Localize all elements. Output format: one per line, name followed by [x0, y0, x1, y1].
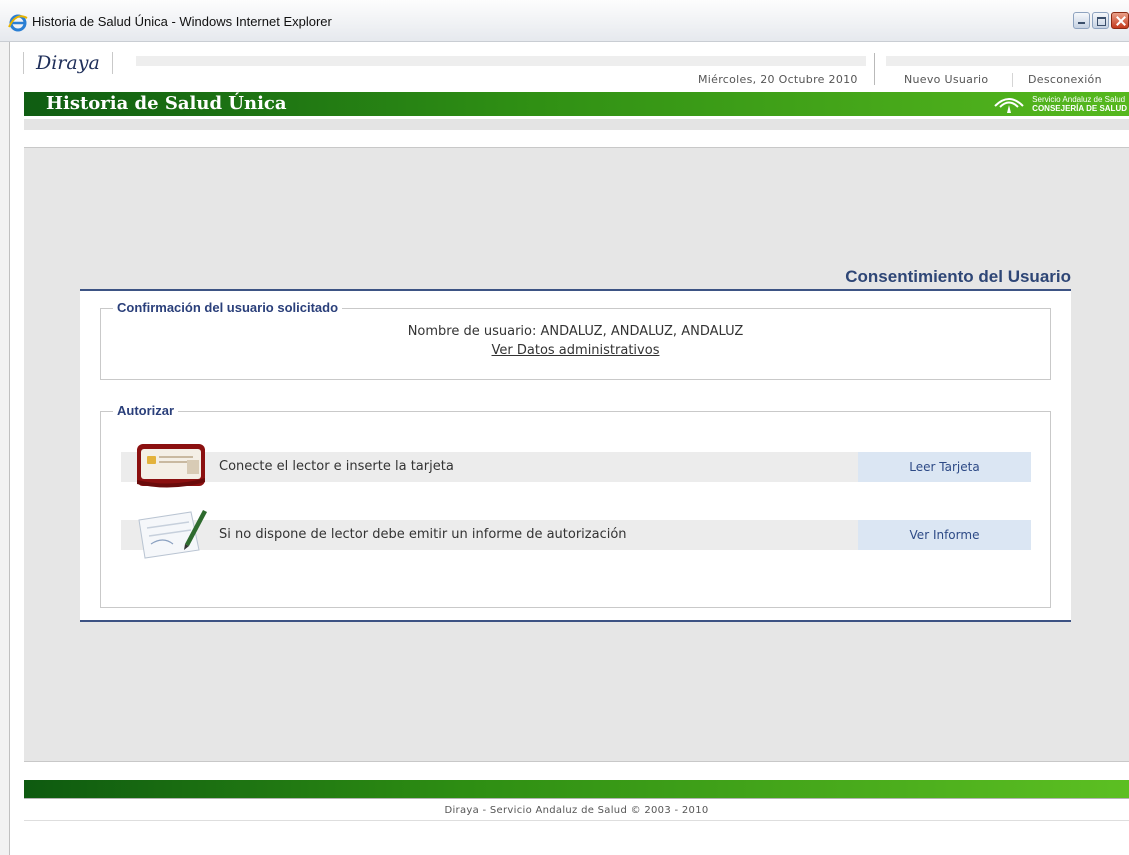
desconexion-link[interactable]: Desconexión: [1028, 73, 1102, 86]
window-titlebar: Historia de Salud Única - Windows Intern…: [0, 0, 1129, 42]
consent-panel: Confirmación del usuario solicitado Nomb…: [80, 289, 1071, 622]
user-name-text: Nombre de usuario: ANDALUZ, ANDALUZ, AND…: [407, 324, 744, 339]
report-row: Si no dispone de lector debe emitir un i…: [121, 510, 1031, 559]
consejeria-name: CONSEJERÍA DE SALUD: [1032, 104, 1127, 113]
confirm-user-fieldset: Confirmación del usuario solicitado Nomb…: [100, 300, 1051, 380]
leer-tarjeta-button[interactable]: Leer Tarjeta: [858, 452, 1031, 482]
app-title-bar: Historia de Salud Única Servicio Andaluz…: [24, 92, 1129, 116]
header-divider: [136, 56, 866, 66]
main-content: Consentimiento del Usuario Confirmación …: [24, 147, 1129, 762]
maximize-button[interactable]: [1092, 12, 1109, 29]
sub-header-bar: [24, 119, 1129, 130]
window-title: Historia de Salud Única - Windows Intern…: [32, 14, 332, 29]
nuevo-usuario-link[interactable]: Nuevo Usuario: [904, 73, 988, 86]
footer-copyright: Diraya - Servicio Andaluz de Salud © 200…: [444, 805, 709, 816]
diraya-logo: Diraya: [36, 52, 100, 74]
sas-name: Servicio Andaluz de Salud: [1032, 95, 1126, 104]
page-title: Consentimiento del Usuario: [845, 267, 1071, 286]
report-text: Si no dispone de lector debe emitir un i…: [219, 527, 627, 542]
authorize-legend: Autorizar: [113, 403, 179, 418]
document-pen-icon: [138, 510, 207, 559]
close-button[interactable]: [1111, 12, 1129, 29]
read-card-row: Conecte el lector e inserte la tarjeta L…: [121, 444, 1031, 488]
sas-logo: Servicio Andaluz de Salud CONSEJERÍA DE …: [992, 93, 1127, 115]
read-card-text: Conecte el lector e inserte la tarjeta: [219, 459, 454, 474]
confirm-user-legend: Confirmación del usuario solicitado: [113, 300, 343, 315]
footer-bar: [24, 780, 1129, 798]
app-page: Diraya Miércoles, 20 Octubre 2010 Nuevo …: [11, 43, 1129, 855]
internet-explorer-icon: [8, 14, 28, 32]
sas-emblem-icon: [994, 98, 1024, 113]
window-frame-left: [0, 42, 10, 855]
window-controls: [1073, 12, 1129, 29]
ver-informe-button[interactable]: Ver Informe: [858, 520, 1031, 550]
id-card-icon: [137, 444, 205, 488]
diraya-logo-area: Diraya: [23, 52, 113, 74]
minimize-button[interactable]: [1073, 12, 1090, 29]
app-title: Historia de Salud Única: [46, 93, 287, 114]
authorize-fieldset: Autorizar Conecte el lector e inserte la…: [100, 403, 1051, 608]
ver-datos-administrativos-link[interactable]: Ver Datos administrativos: [101, 343, 1050, 358]
header-divider-right: [886, 56, 1129, 66]
current-date: Miércoles, 20 Octubre 2010: [698, 73, 858, 86]
